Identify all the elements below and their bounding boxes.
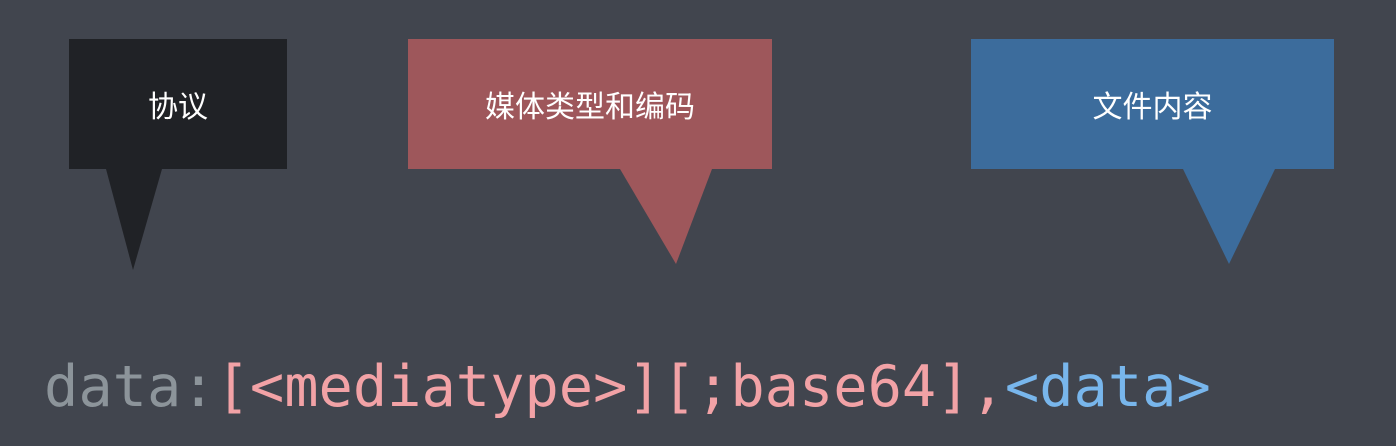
mediatype-callout-tail xyxy=(620,169,712,264)
content-callout-tail xyxy=(1183,169,1275,264)
data-uri-syntax: data:[<mediatype>][;base64],<data> xyxy=(44,352,1211,422)
protocol-callout-label: 协议 xyxy=(148,90,208,125)
syntax-protocol: data: xyxy=(44,354,216,420)
content-callout: 文件内容 xyxy=(971,39,1334,169)
protocol-callout: 协议 xyxy=(69,39,287,169)
syntax-mediatype-encoding: [<mediatype>][;base64], xyxy=(215,354,1005,420)
syntax-data: <data> xyxy=(1004,354,1211,420)
mediatype-callout: 媒体类型和编码 xyxy=(408,39,772,169)
content-callout-label: 文件内容 xyxy=(1092,90,1213,125)
mediatype-callout-label: 媒体类型和编码 xyxy=(485,90,695,125)
protocol-callout-tail xyxy=(106,169,162,270)
